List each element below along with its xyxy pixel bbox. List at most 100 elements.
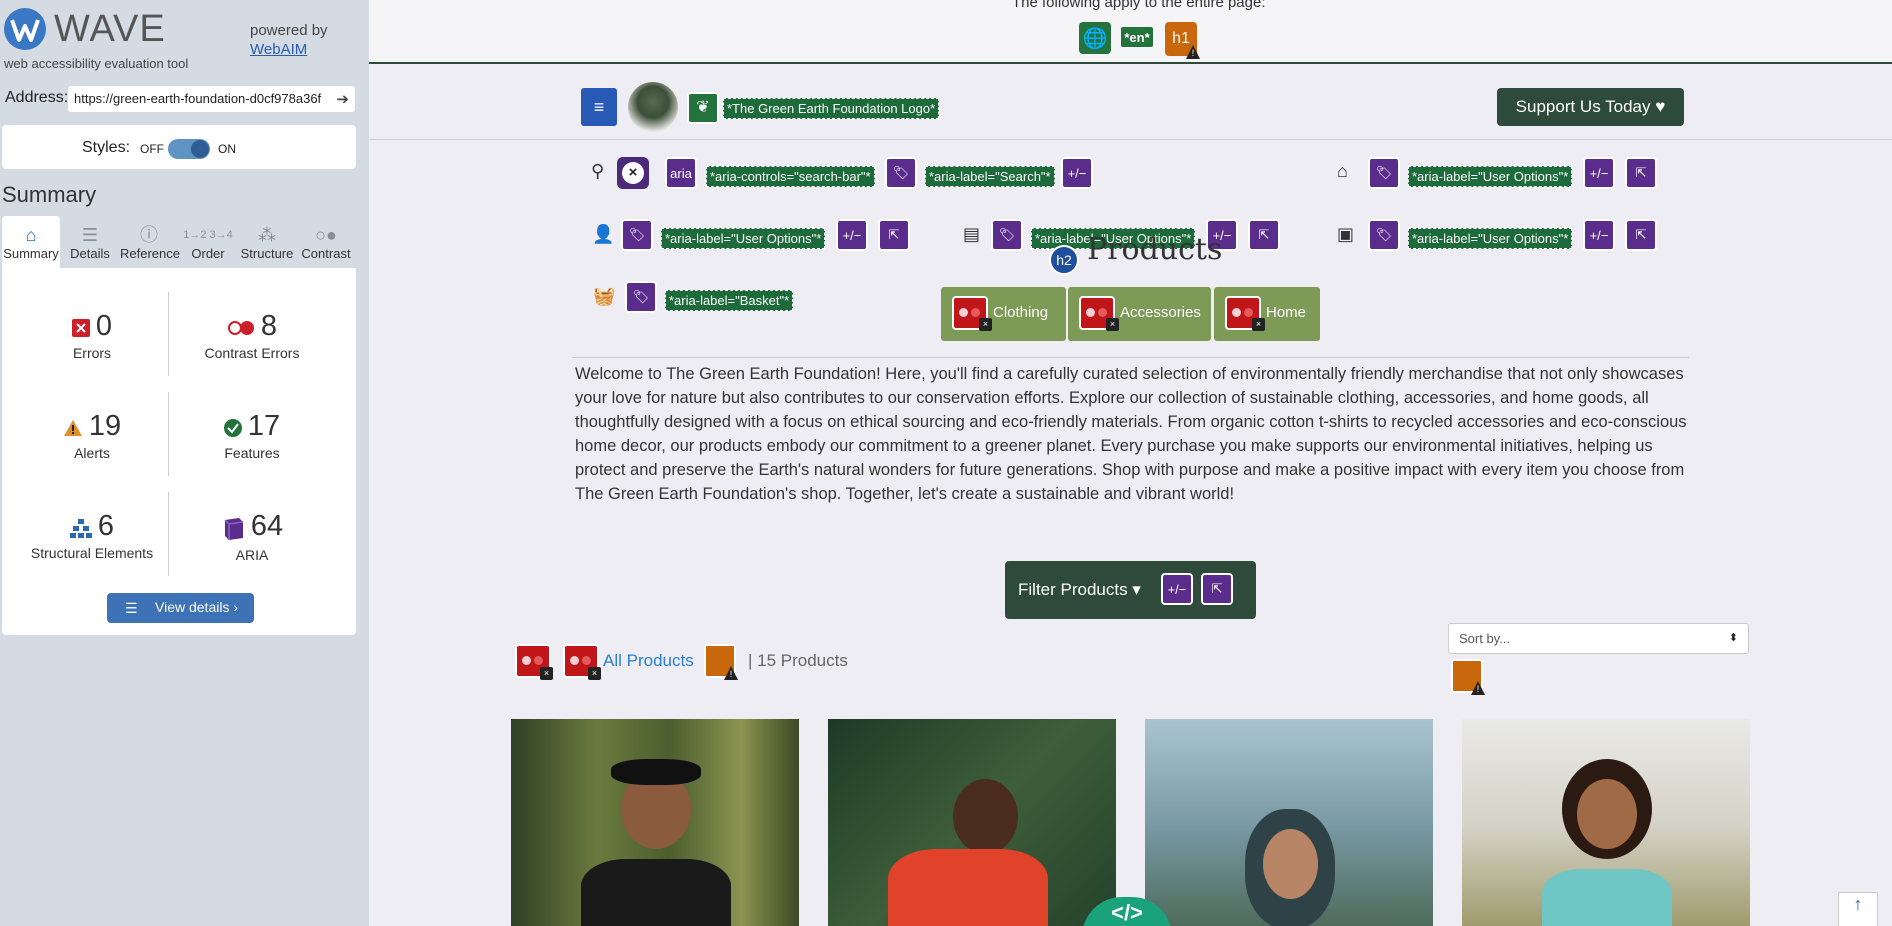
stat-errors[interactable]: 0 Errors: [12, 310, 172, 361]
styles-toggle[interactable]: [168, 139, 210, 159]
tag-icon[interactable]: 🏷: [1368, 219, 1400, 251]
stat-features[interactable]: 17 Features: [172, 410, 332, 461]
aria-cube-icon: [221, 516, 245, 545]
tag-icon[interactable]: 🏷: [1368, 157, 1400, 189]
error-icon: [71, 319, 90, 342]
alert-icon: [63, 419, 83, 442]
page-level-strip: The following apply to the entire page: …: [369, 0, 1892, 64]
popup-icon[interactable]: ⇱: [1248, 219, 1280, 251]
apply-text: The following apply to the entire page:: [1012, 0, 1266, 11]
sort-placeholder: Sort by...: [1459, 631, 1511, 646]
divider: [168, 492, 169, 576]
h2-badge[interactable]: h2: [1049, 245, 1079, 275]
product-card-image[interactable]: [1462, 719, 1750, 926]
expanded-icon[interactable]: +/−: [836, 219, 868, 251]
tag-icon[interactable]: 🏷: [621, 219, 653, 251]
close-icon[interactable]: ×: [617, 157, 649, 189]
tab-label: Reference: [120, 246, 180, 261]
tab-reference[interactable]: ⓘ Reference: [120, 216, 180, 270]
missing-label-alert-icon[interactable]: !: [1451, 659, 1485, 695]
arrow-right-icon[interactable]: ➔: [336, 90, 349, 108]
aria-label-user-options-tag: *aria-label="User Options"*: [661, 228, 826, 249]
filter-label: Filter Products ▾: [1018, 580, 1141, 599]
tab-label: Details: [70, 246, 110, 261]
tab-structure[interactable]: ⁂ Structure: [238, 216, 296, 270]
alerts-count: 19: [88, 410, 122, 442]
structure-icon: ⁂: [258, 225, 276, 245]
popup-icon: ⇱: [1201, 573, 1233, 605]
contrast-error-icon: [227, 320, 255, 341]
stat-structural[interactable]: 6 Structural Elements: [12, 510, 172, 561]
globe-icon[interactable]: 🌐: [1079, 22, 1111, 54]
tab-order[interactable]: 1→2 3→4 Order: [179, 216, 237, 270]
contrast-label: Contrast Errors: [204, 345, 300, 361]
model-head: [953, 779, 1018, 854]
product-card-image[interactable]: [511, 719, 799, 926]
expanded-icon[interactable]: +/−: [1583, 219, 1615, 251]
tag-icon[interactable]: 🏷: [991, 219, 1023, 251]
tag-icon[interactable]: 🏷: [625, 281, 657, 313]
store-icon[interactable]: ⌂: [1337, 161, 1348, 182]
scroll-to-top-button[interactable]: ↑: [1838, 892, 1878, 926]
support-button[interactable]: Support Us Today ♥: [1497, 88, 1684, 126]
info-icon: ⓘ: [140, 225, 158, 245]
tab-details[interactable]: ☰ Details: [61, 216, 119, 270]
tab-contrast[interactable]: ○● Contrast: [297, 216, 355, 270]
css-icon[interactable]: ≡: [581, 88, 617, 126]
contrast-count: 8: [260, 310, 278, 342]
alt-text-icon[interactable]: ❦: [687, 92, 719, 124]
tab-label: Contrast: [301, 246, 351, 261]
all-products-link[interactable]: All Products: [603, 651, 694, 671]
stat-aria[interactable]: 64 ARIA: [172, 510, 332, 563]
welcome-text: Welcome to The Green Earth Foundation! H…: [575, 362, 1892, 506]
expanded-icon[interactable]: +/−: [1061, 157, 1093, 189]
category-home-button[interactable]: × Home: [1214, 287, 1320, 341]
tab-summary[interactable]: ⌂ Summary: [2, 216, 60, 270]
newspaper-icon[interactable]: ▤: [963, 224, 980, 245]
product-card-image[interactable]: [828, 719, 1116, 926]
search-icon[interactable]: ⚲: [591, 161, 604, 182]
address-input[interactable]: https://green-earth-foundation-d0cf978a3…: [68, 86, 355, 112]
styles-off-label: OFF: [140, 142, 164, 156]
model-top: [1542, 869, 1672, 926]
select-caret-icon: ⬍: [1728, 632, 1738, 644]
aria-label-basket-tag: *aria-label="Basket"*: [665, 290, 794, 311]
popup-icon[interactable]: ⇱: [1625, 219, 1657, 251]
tag-icon[interactable]: 🏷: [885, 157, 917, 189]
h1-badge[interactable]: h1!: [1165, 22, 1200, 59]
aria-label-search-tag: *aria-label="Search"*: [925, 166, 1055, 187]
product-count: | 15 Products: [748, 651, 848, 670]
filter-products-button[interactable]: Filter Products ▾ +/− ⇱: [1005, 561, 1256, 619]
section-divider: [572, 357, 1689, 358]
sort-select[interactable]: Sort by... ⬍: [1448, 623, 1749, 654]
tab-label: Summary: [3, 246, 59, 261]
language-badge[interactable]: *en*: [1121, 27, 1153, 47]
category-accessories-button[interactable]: × Accessories: [1068, 287, 1211, 341]
wave-logo-icon: [4, 8, 46, 50]
product-card-image[interactable]: [1145, 719, 1433, 926]
webaim-link[interactable]: WebAIM: [250, 41, 307, 58]
alert-icon: !: [724, 666, 738, 680]
features-label: Features: [224, 445, 280, 461]
divider: [168, 392, 169, 476]
stat-contrast-errors[interactable]: 8 Contrast Errors: [172, 310, 332, 361]
popup-icon[interactable]: ⇱: [878, 219, 910, 251]
category-clothing-button[interactable]: × Clothing: [941, 287, 1066, 341]
welcome-paragraph: Welcome to The Green Earth Foundation! H…: [575, 365, 1687, 503]
tab-label: Order: [191, 246, 225, 261]
redundant-link-icon[interactable]: !: [704, 644, 738, 680]
expanded-icon[interactable]: +/−: [1583, 157, 1615, 189]
basket-icon[interactable]: 🧺: [593, 286, 615, 307]
view-details-button[interactable]: ☰ View details ›: [107, 593, 254, 623]
list-icon: ☰: [81, 225, 99, 245]
aria-badge[interactable]: aria: [665, 157, 697, 189]
id-card-icon[interactable]: ▣: [1337, 224, 1354, 245]
user-icon[interactable]: 👤: [592, 224, 614, 245]
model-head: [1577, 779, 1637, 849]
logo-alt-tag: *The Green Earth Foundation Logo*: [723, 98, 940, 119]
stat-alerts[interactable]: 19 Alerts: [12, 410, 172, 461]
list-icon: ☰: [125, 600, 138, 616]
popup-icon[interactable]: ⇱: [1625, 157, 1657, 189]
address-value: https://green-earth-foundation-d0cf978a3…: [74, 91, 322, 106]
tree-logo-icon: [628, 82, 678, 132]
